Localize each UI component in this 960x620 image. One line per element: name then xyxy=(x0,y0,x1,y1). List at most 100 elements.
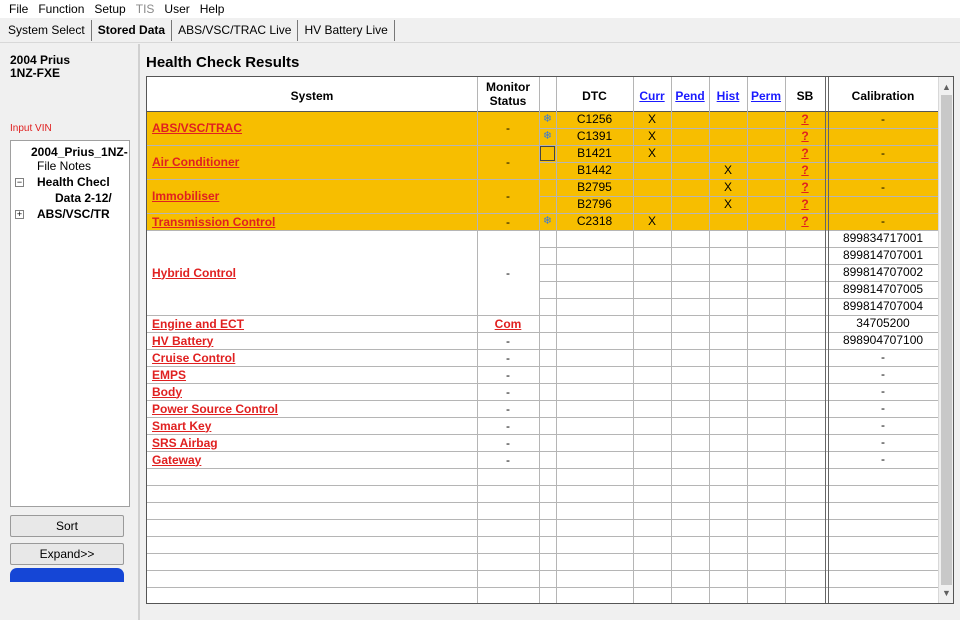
header-hist[interactable]: Hist xyxy=(709,88,747,104)
data-tree[interactable]: 2004_Prius_1NZ- File Notes − Health Chec… xyxy=(10,140,130,507)
header-system[interactable]: System xyxy=(147,88,477,104)
system-name-link[interactable]: Gateway xyxy=(152,452,201,468)
row-divider xyxy=(147,451,938,452)
menu-user[interactable]: User xyxy=(159,0,194,18)
vehicle-info: 2004 Prius 1NZ-FXE xyxy=(10,54,70,80)
tab-system-select[interactable]: System Select xyxy=(2,20,92,41)
system-name-link[interactable]: Cruise Control xyxy=(152,350,235,366)
dtc-curr-flag: X xyxy=(647,146,656,160)
header-perm[interactable]: Perm xyxy=(747,88,785,104)
system-name-link[interactable]: SRS Airbag xyxy=(152,435,218,451)
scroll-up-icon[interactable]: ▲ xyxy=(939,79,954,95)
collapse-icon[interactable]: − xyxy=(15,178,24,187)
expand-button[interactable]: Expand>> xyxy=(10,543,124,565)
health-check-table: System Monitor Status DTC Curr Pend Hist… xyxy=(146,76,954,604)
tab-stored-data[interactable]: Stored Data xyxy=(92,20,173,41)
calibration-value: 899814707005 xyxy=(842,282,924,296)
service-bulletin-link[interactable]: ? xyxy=(785,213,825,229)
service-bulletin-link[interactable]: ? xyxy=(785,145,825,161)
system-name-link[interactable]: HV Battery xyxy=(152,333,213,349)
expand-icon[interactable]: + xyxy=(15,210,24,219)
row-divider xyxy=(147,230,938,231)
dtc-curr-flag: X xyxy=(647,112,656,126)
column-divider xyxy=(709,77,710,603)
empty-box-icon[interactable] xyxy=(540,146,555,161)
monitor-status: - xyxy=(506,121,510,135)
calibration-value: - xyxy=(881,367,885,381)
system-name-link[interactable]: Smart Key xyxy=(152,418,211,434)
system-name-link[interactable]: Transmission Control xyxy=(152,214,275,230)
dtc-code: B2796 xyxy=(577,197,612,211)
monitor-status: - xyxy=(506,265,510,280)
tree-node-file-notes[interactable]: File Notes xyxy=(37,159,91,173)
splitter[interactable] xyxy=(138,44,140,620)
tab-abs-vsc-trac-live[interactable]: ABS/VSC/TRAC Live xyxy=(172,20,299,41)
calibration-value: - xyxy=(881,146,885,160)
row-divider xyxy=(147,502,938,503)
header-monitor-status[interactable]: Monitor Status xyxy=(477,80,539,108)
tab-bar: System Select Stored Data ABS/VSC/TRAC L… xyxy=(0,19,960,43)
vertical-scrollbar[interactable]: ▲ ▼ xyxy=(938,77,953,603)
service-bulletin-link[interactable]: ? xyxy=(785,111,825,127)
tree-node-health-check[interactable]: Health Checl xyxy=(37,175,110,189)
tree-node-data[interactable]: Data 2-12/ xyxy=(55,191,112,205)
snowflake-icon[interactable]: ❄ xyxy=(539,128,556,144)
row-divider xyxy=(147,553,938,554)
row-divider xyxy=(147,383,938,384)
system-name-link[interactable]: Engine and ECT xyxy=(152,316,244,332)
system-name-link[interactable]: Immobiliser xyxy=(152,188,219,204)
monitor-status: - xyxy=(506,384,510,399)
monitor-status: - xyxy=(506,435,510,450)
header-sb[interactable]: SB xyxy=(785,88,825,104)
column-divider xyxy=(825,77,826,603)
menu-setup[interactable]: Setup xyxy=(89,0,130,18)
menu-help[interactable]: Help xyxy=(195,0,230,18)
header-pend[interactable]: Pend xyxy=(671,88,709,104)
dtc-code: B1421 xyxy=(577,146,612,160)
sort-button[interactable]: Sort xyxy=(10,515,124,537)
tree-node-vehicle[interactable]: 2004_Prius_1NZ- xyxy=(31,145,128,159)
header-dtc[interactable]: DTC xyxy=(556,88,633,104)
snowflake-icon[interactable]: ❄ xyxy=(539,213,556,229)
service-bulletin-link[interactable]: ? xyxy=(785,179,825,195)
input-vin-label[interactable]: Input VIN xyxy=(10,123,52,134)
row-divider xyxy=(147,587,938,588)
calibration-value: - xyxy=(881,435,885,449)
service-bulletin-link[interactable]: ? xyxy=(785,162,825,178)
calibration-value: - xyxy=(881,384,885,398)
menu-bar: File Function Setup TIS User Help xyxy=(0,0,960,18)
dtc-code: B2795 xyxy=(577,180,612,194)
menu-file[interactable]: File xyxy=(4,0,33,18)
row-divider xyxy=(147,434,938,435)
monitor-status: - xyxy=(506,367,510,382)
monitor-status: - xyxy=(506,401,510,416)
system-name-link[interactable]: Air Conditioner xyxy=(152,154,239,170)
scroll-thumb[interactable] xyxy=(941,95,952,585)
header-curr[interactable]: Curr xyxy=(633,88,671,104)
calibration-value: 899834717001 xyxy=(842,231,924,245)
menu-tis[interactable]: TIS xyxy=(131,0,160,18)
menu-function[interactable]: Function xyxy=(33,0,89,18)
system-name-link[interactable]: Body xyxy=(152,384,182,400)
calibration-value: - xyxy=(881,180,885,194)
dtc-hist-flag: X xyxy=(723,197,732,211)
system-name-link[interactable]: Hybrid Control xyxy=(152,265,236,281)
service-bulletin-link[interactable]: ? xyxy=(785,196,825,212)
header-calibration[interactable]: Calibration xyxy=(828,88,938,104)
row-divider xyxy=(147,519,938,520)
system-name-link[interactable]: EMPS xyxy=(152,367,186,383)
system-name-link[interactable]: ABS/VSC/TRAC xyxy=(152,120,242,136)
tree-node-abs[interactable]: ABS/VSC/TR xyxy=(37,207,110,221)
row-divider xyxy=(147,468,938,469)
service-bulletin-link[interactable]: ? xyxy=(785,128,825,144)
dtc-code: C1256 xyxy=(576,112,613,126)
monitor-status: - xyxy=(506,333,510,348)
scroll-down-icon[interactable]: ▼ xyxy=(939,585,954,601)
tab-hv-battery-live[interactable]: HV Battery Live xyxy=(298,20,395,41)
dtc-code: C1391 xyxy=(576,129,613,143)
snowflake-icon[interactable]: ❄ xyxy=(539,111,556,127)
row-divider xyxy=(147,332,938,333)
system-name-link[interactable]: Power Source Control xyxy=(152,401,278,417)
monitor-status[interactable]: Com xyxy=(477,316,539,332)
vehicle-engine: 1NZ-FXE xyxy=(10,66,61,80)
